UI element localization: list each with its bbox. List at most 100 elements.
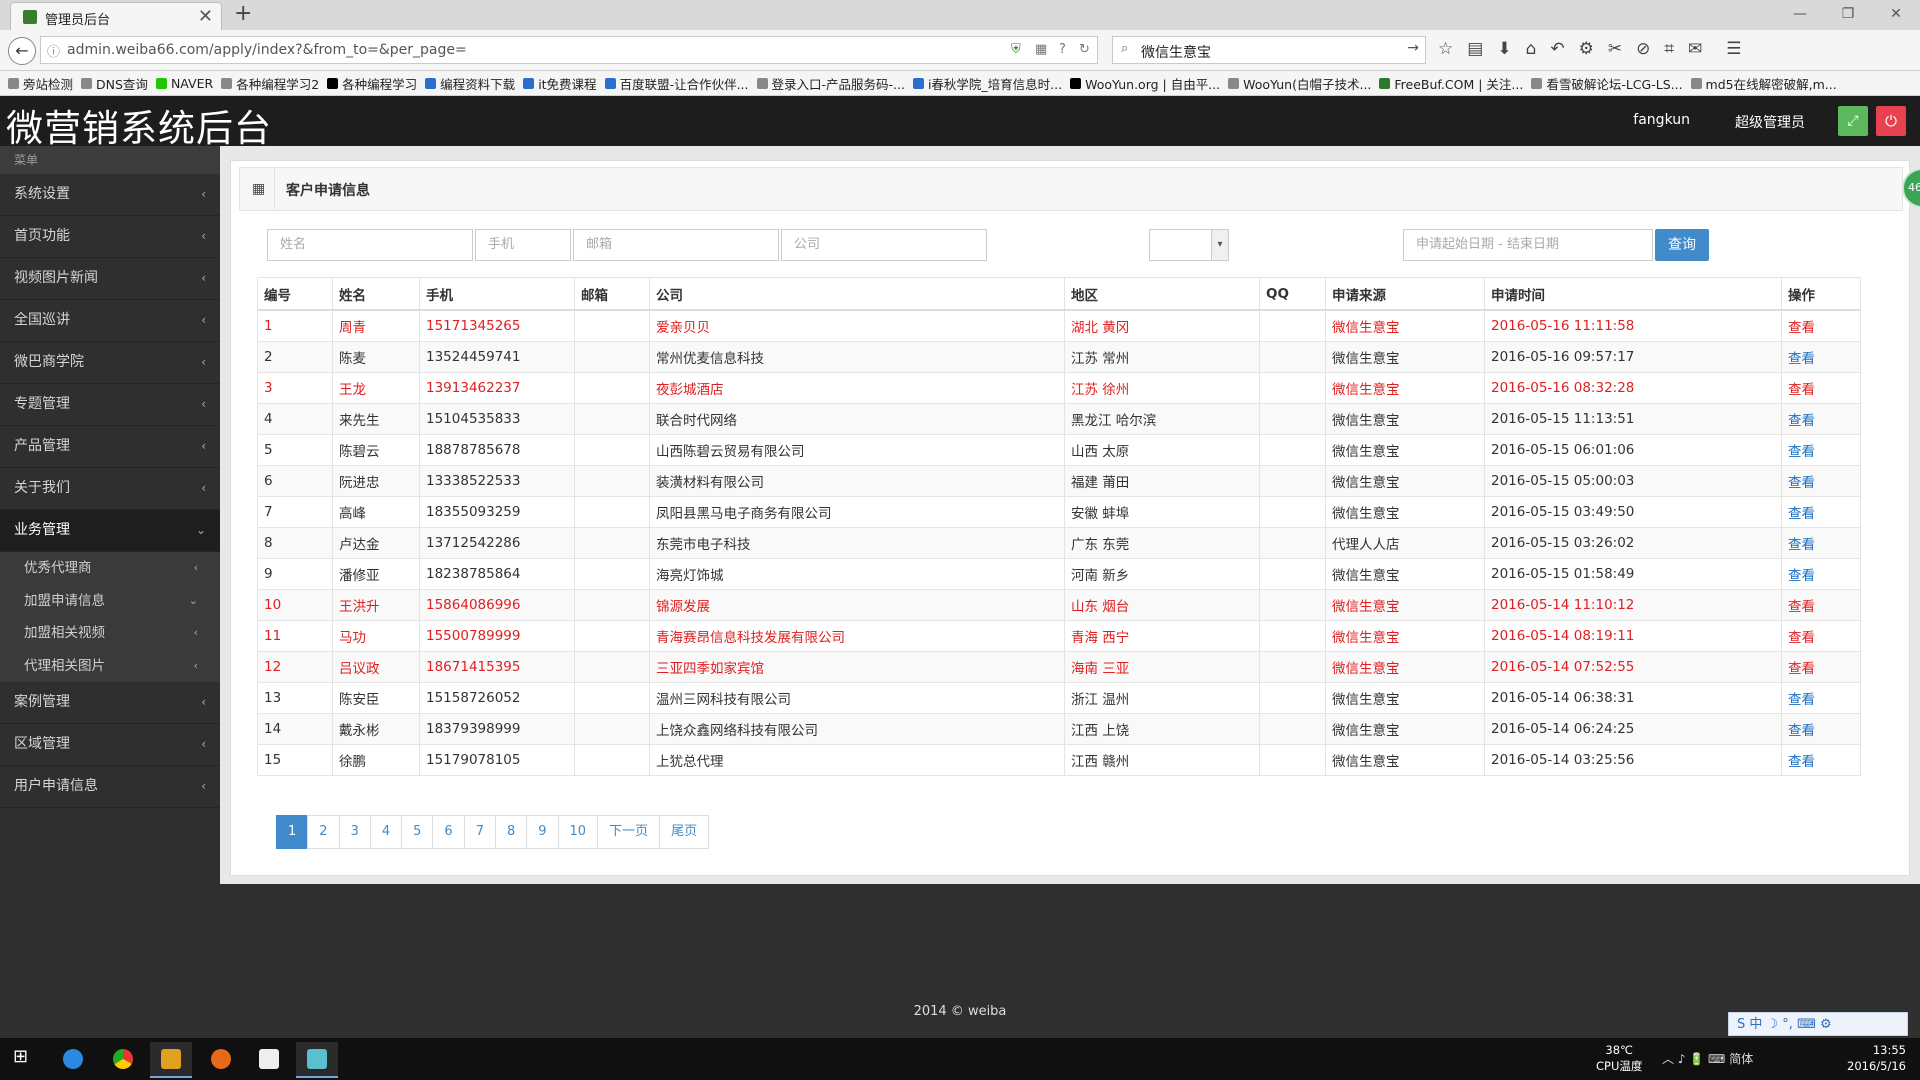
taskbar-notepad[interactable] [248,1042,290,1076]
address-bar[interactable]: ⓘ admin.weiba66.com/apply/index?&from_to… [40,36,1098,64]
sidebar-item-about[interactable]: 关于我们 ‹ [0,468,220,510]
bookmark-item[interactable]: FreeBuf.COM | 关注... [1379,74,1523,93]
clock[interactable]: 13:55 2016/5/16 [1847,1042,1906,1074]
bookmark-item[interactable]: WooYun(白帽子技术... [1228,74,1371,93]
download-icon[interactable]: ⬇ [1497,39,1511,59]
system-tray[interactable]: ︿ ♪ 🔋 ⌨ 简体 [1662,1050,1753,1067]
bookmark-item[interactable]: i春秋学院_培育信息时... [912,74,1062,93]
bookmark-item[interactable]: md5在线解密破解,m... [1690,74,1837,93]
sidebar-item-user-applications[interactable]: 用户申请信息 ‹ [0,766,220,808]
sidebar-item-national-tour[interactable]: 全国巡讲 ‹ [0,300,220,342]
page-link[interactable]: 3 [338,815,371,849]
taskbar-ie[interactable] [52,1042,94,1076]
logout-button[interactable]: ⏻ [1876,106,1906,136]
bookmark-item[interactable]: it免费课程 [523,74,597,93]
name-filter-input[interactable]: 姓名 [267,229,473,261]
last-page-button[interactable]: 尾页 [659,815,710,849]
sidebar-item-cases[interactable]: 案例管理 ‹ [0,682,220,724]
bookmark-star-icon[interactable]: ☆ [1438,39,1453,59]
taskbar-image-viewer[interactable] [296,1042,338,1078]
user-role[interactable]: 超级管理员 [1735,112,1805,132]
sidebar-item-business[interactable]: 业务管理 ⌄ [0,510,220,552]
browser-search[interactable]: ⌕ 微信生意宝 → [1112,36,1426,64]
bookmark-item[interactable]: 百度联盟-让合作伙伴... [604,74,749,93]
page-link[interactable]: 9 [526,815,559,849]
view-link[interactable]: 查看 [1781,558,1861,590]
next-page-button[interactable]: 下一页 [597,815,661,849]
home-icon[interactable]: ⌂ [1526,39,1537,59]
bookmark-item[interactable]: 各种编程学习2 [221,74,319,93]
restore-icon[interactable]: ❐ [1824,0,1872,30]
email-filter-input[interactable]: 邮箱 [573,229,779,261]
bookmark-item[interactable]: 登录入口-产品服务码-... [756,74,905,93]
view-link[interactable]: 查看 [1781,651,1861,683]
username[interactable]: fangkun [1633,112,1690,128]
minimize-icon[interactable]: — [1776,0,1824,30]
view-link[interactable]: 查看 [1781,309,1861,342]
start-button[interactable]: ⊞ [2,1042,44,1076]
back-icon[interactable]: ← [8,37,36,65]
bookmark-item[interactable]: NAVER [155,76,213,91]
sidebar-item-products[interactable]: 产品管理 ‹ [0,426,220,468]
view-link[interactable]: 查看 [1781,496,1861,528]
view-link[interactable]: 查看 [1781,465,1861,497]
taskbar-firefox[interactable] [200,1042,242,1076]
bookmark-item[interactable]: 旁站检测 [8,74,73,93]
view-link[interactable]: 查看 [1781,682,1861,714]
ime-toolbar[interactable]: S 中 ☽ °, ⌨ ⚙ [1728,1012,1908,1036]
go-icon[interactable]: → [1407,40,1419,56]
page-link[interactable]: 6 [432,815,465,849]
shield-icon[interactable]: ⛨ [1011,42,1021,57]
reading-list-icon[interactable]: ▤ [1467,39,1483,59]
page-link[interactable]: 5 [401,815,434,849]
info-icon[interactable]: ⓘ [47,41,60,60]
bookmark-item[interactable]: WooYun.org | 自由平... [1070,74,1220,93]
fullscreen-button[interactable]: ⤢ [1838,106,1868,136]
page-link[interactable]: 7 [463,815,496,849]
view-link[interactable]: 查看 [1781,620,1861,652]
sidebar-subitem-top-agents[interactable]: 优秀代理商 ‹ [0,552,220,585]
sidebar-item-regions[interactable]: 区域管理 ‹ [0,724,220,766]
source-select[interactable]: ▾ [1149,229,1229,261]
sidebar-subitem-agent-images[interactable]: 代理相关图片 ‹ [0,649,220,682]
crop-icon[interactable]: ⌗ [1664,39,1674,59]
close-window-icon[interactable]: ✕ [1872,0,1920,30]
date-range-input[interactable]: 申请起始日期 - 结束日期 [1403,229,1653,261]
menu-icon[interactable]: ☰ [1726,39,1741,59]
new-tab-icon[interactable]: + [234,1,252,26]
close-tab-icon[interactable]: ✕ [198,6,213,27]
page-link[interactable]: 8 [494,815,528,849]
bookmark-item[interactable]: DNS查询 [81,74,148,93]
page-link[interactable]: 1 [276,815,309,849]
view-link[interactable]: 查看 [1781,372,1861,404]
undo-icon[interactable]: ↶ [1550,39,1564,59]
page-link[interactable]: 4 [369,815,403,849]
view-link[interactable]: 查看 [1781,589,1861,621]
page-link[interactable]: 2 [307,815,340,849]
sidebar-item-system-settings[interactable]: 系统设置 ‹ [0,174,220,216]
tools-icon[interactable]: ✂ [1608,39,1622,59]
page-link[interactable]: 10 [557,815,599,849]
abp-icon[interactable]: ⊘ [1636,39,1650,59]
sidebar-item-business-school[interactable]: 微巴商学院 ‹ [0,342,220,384]
taskbar-app[interactable] [150,1042,192,1078]
reload-icon[interactable]: ↻ [1079,42,1090,57]
view-link[interactable]: 查看 [1781,403,1861,435]
sidebar-item-video-news[interactable]: 视频图片新闻 ‹ [0,258,220,300]
phone-filter-input[interactable]: 手机 [475,229,571,261]
sidebar-subitem-franchise-videos[interactable]: 加盟相关视频 ‹ [0,617,220,650]
view-link[interactable]: 查看 [1781,713,1861,745]
company-filter-input[interactable]: 公司 [781,229,987,261]
sidebar-item-home-functions[interactable]: 首页功能 ‹ [0,216,220,258]
addon-icon[interactable]: ⚙ [1579,39,1594,59]
browser-tab[interactable]: 管理员后台 ✕ [10,2,222,30]
taskbar-chrome[interactable] [102,1042,144,1076]
view-link[interactable]: 查看 [1781,341,1861,373]
view-link[interactable]: 查看 [1781,434,1861,466]
sidebar-subitem-franchise-applications[interactable]: 加盟申请信息 ⌄ [0,584,220,617]
view-link[interactable]: 查看 [1781,527,1861,559]
view-link[interactable]: 查看 [1781,744,1861,776]
query-button[interactable]: 查询 [1655,229,1709,261]
bookmark-item[interactable]: 编程资料下载 [425,74,515,93]
chat-icon[interactable]: ✉ [1688,39,1702,59]
